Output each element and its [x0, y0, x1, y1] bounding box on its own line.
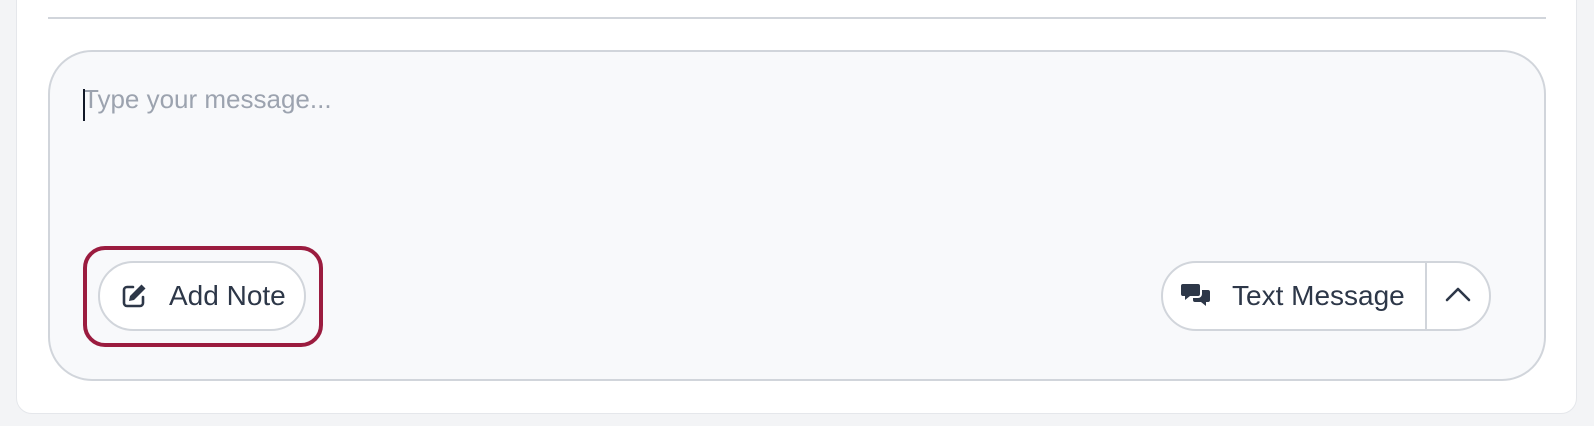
message-input[interactable] [83, 84, 1503, 214]
channel-toggle-button[interactable] [1427, 263, 1489, 329]
section-divider [48, 17, 1546, 19]
add-note-button[interactable]: Add Note [98, 261, 306, 331]
text-message-button[interactable]: Text Message [1163, 263, 1425, 329]
text-caret [83, 89, 85, 121]
text-message-label: Text Message [1232, 280, 1405, 311]
chat-bubbles-icon [1180, 280, 1212, 312]
add-note-label: Add Note [169, 280, 286, 311]
chevron-up-icon [1445, 286, 1471, 307]
message-composer: Add Note Text Message [48, 50, 1546, 381]
pencil-square-icon [119, 281, 149, 311]
channel-selector: Text Message [1161, 261, 1491, 331]
